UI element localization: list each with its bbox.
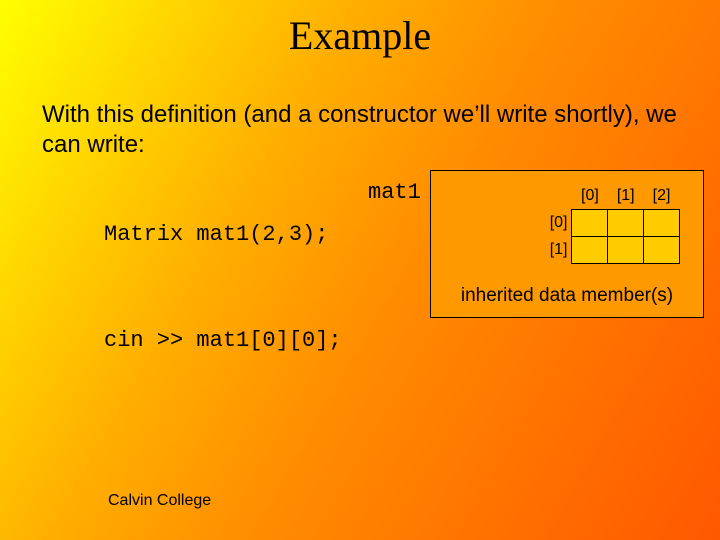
col-header: [0] [572,183,608,209]
code-line-2: cin >> mat1[0][0]; [104,330,342,352]
slide: Example With this definition (and a cons… [0,0,720,540]
matrix-cell [644,209,680,236]
inherited-caption: inherited data member(s) [431,285,703,307]
body-text: With this definition (and a constructor … [42,100,678,160]
matrix-cell [644,236,680,263]
row-header: [1] [539,236,572,263]
matrix-diagram: [0] [1] [2] [0] [1] [539,183,680,264]
object-box: [0] [1] [2] [0] [1] inherited da [430,170,704,318]
matrix-cell [608,236,644,263]
matrix-cell [572,209,608,236]
code-line-1: Matrix mat1(2,3); [104,224,342,246]
footer-text: Calvin College [108,492,211,510]
col-header: [2] [644,183,680,209]
matrix-cell [608,209,644,236]
col-header: [1] [608,183,644,209]
row-header: [0] [539,209,572,236]
code-block: Matrix mat1(2,3); cin >> mat1[0][0]; [104,180,342,396]
matrix-cell [572,236,608,263]
slide-title: Example [0,12,720,59]
matrix-variable-label: mat1 [368,180,421,205]
